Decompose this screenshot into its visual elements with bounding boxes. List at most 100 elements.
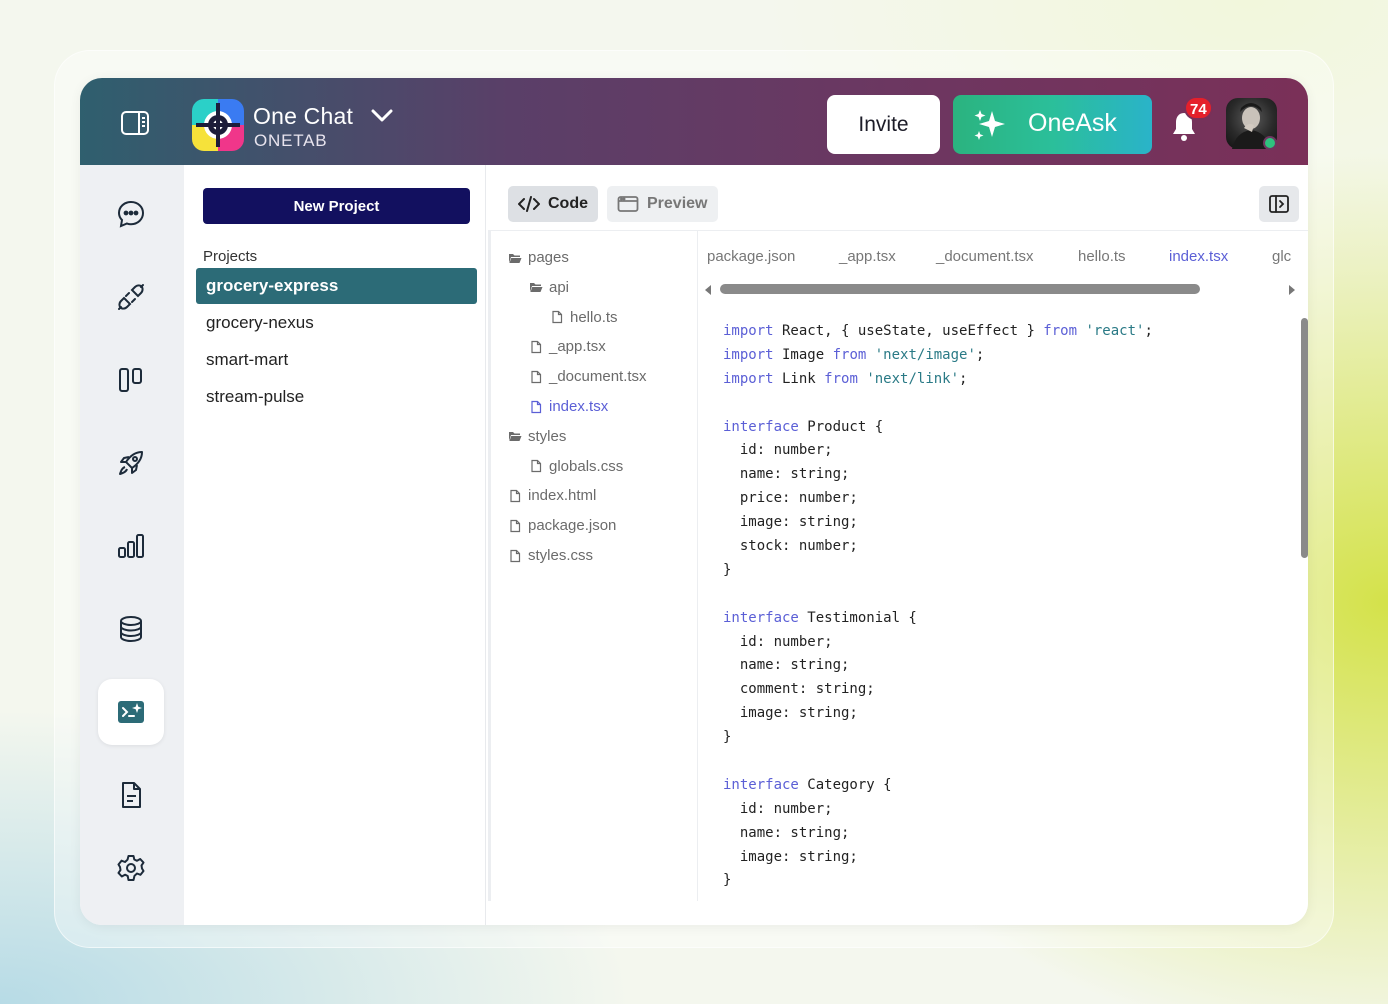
- vertical-scrollbar[interactable]: [1301, 318, 1308, 558]
- code-line: image: string;: [723, 705, 858, 722]
- project-item[interactable]: grocery-express: [196, 268, 477, 304]
- tree-folder[interactable]: pages: [508, 249, 569, 266]
- notification-badge: 74: [1184, 96, 1213, 120]
- scroll-left-icon[interactable]: [705, 285, 711, 295]
- tree-file[interactable]: hello.ts: [550, 309, 618, 326]
- rail-item-settings[interactable]: [98, 835, 164, 901]
- columns-icon: [119, 368, 142, 392]
- projects-panel: New Project Projects grocery-express gro…: [184, 165, 486, 925]
- file-tab[interactable]: hello.ts: [1078, 248, 1126, 265]
- code-line: interface Product {: [723, 418, 884, 435]
- file-icon: [529, 340, 543, 354]
- panel-toggle-icon[interactable]: [120, 110, 150, 136]
- rocket-icon: [119, 451, 143, 475]
- sparkle-icon: [972, 107, 1008, 143]
- rail-item-chat[interactable]: [98, 181, 164, 247]
- tree-file[interactable]: styles.css: [508, 547, 593, 564]
- code-line: id: number;: [723, 800, 833, 817]
- tree-file[interactable]: index.html: [508, 487, 596, 504]
- oneask-label: OneAsk: [1028, 109, 1117, 137]
- brand-name: One Chat: [253, 103, 354, 129]
- online-status-dot: [1263, 136, 1277, 150]
- file-icon: [508, 519, 522, 533]
- tree-file[interactable]: index.tsx: [529, 398, 608, 415]
- file-tab[interactable]: _app.tsx: [839, 248, 896, 265]
- database-icon: [120, 616, 142, 643]
- file-tab[interactable]: glc: [1272, 248, 1291, 265]
- code-workspace: Code Preview pages api hello.ts _app.tsx _do…: [488, 165, 1308, 925]
- tree-file[interactable]: globals.css: [529, 458, 623, 475]
- code-line: import Link from 'next/link';: [723, 370, 968, 387]
- tree-file[interactable]: _app.tsx: [529, 338, 606, 355]
- document-icon: [122, 782, 141, 808]
- sidebar-toggle-icon[interactable]: [1259, 186, 1299, 222]
- file-icon: [550, 310, 564, 324]
- file-tab[interactable]: _document.tsx: [936, 248, 1034, 265]
- folder-icon: [508, 429, 522, 443]
- tree-folder[interactable]: styles: [508, 428, 566, 445]
- rail-item-database[interactable]: [98, 596, 164, 662]
- rail-item-documents[interactable]: [98, 762, 164, 828]
- new-project-button[interactable]: New Project: [203, 188, 470, 224]
- nav-rail: [80, 165, 184, 925]
- code-line: }: [723, 729, 732, 746]
- scrollbar-thumb[interactable]: [720, 284, 1200, 294]
- rail-item-code-ai[interactable]: [98, 679, 164, 745]
- gear-icon: [117, 855, 145, 881]
- code-line: id: number;: [723, 633, 833, 650]
- code-line: }: [723, 561, 732, 578]
- app-window: One Chat ONETAB Invite OneAsk 74 New Pro…: [80, 78, 1308, 925]
- tab-code[interactable]: Code: [508, 186, 598, 222]
- tree-node-label: index.html: [528, 487, 597, 505]
- project-item[interactable]: smart-mart: [196, 342, 477, 378]
- folder-icon: [529, 280, 543, 294]
- rail-item-launch[interactable]: [98, 430, 164, 496]
- tab-preview[interactable]: Preview: [607, 186, 718, 222]
- tree-node-label: hello.ts: [570, 308, 618, 326]
- tab-preview-label: Preview: [647, 195, 708, 212]
- tree-folder[interactable]: api: [529, 279, 569, 296]
- code-content[interactable]: import React, { useState, useEffect } fr…: [723, 320, 1153, 893]
- code-line: name: string;: [723, 657, 850, 674]
- workspace-name: ONETAB: [254, 131, 328, 150]
- tree-node-label: globals.css: [549, 457, 624, 475]
- bar-chart-icon: [118, 534, 144, 558]
- file-tab[interactable]: package.json: [707, 248, 795, 265]
- file-icon: [529, 459, 543, 473]
- invite-button[interactable]: Invite: [827, 95, 940, 154]
- code-line: stock: number;: [723, 538, 858, 555]
- project-item[interactable]: stream-pulse: [196, 379, 477, 415]
- tree-file[interactable]: _document.tsx: [529, 368, 647, 385]
- project-item[interactable]: grocery-nexus: [196, 305, 477, 341]
- tree-node-label: styles: [528, 427, 567, 445]
- code-line: image: string;: [723, 514, 858, 531]
- tree-node-label: styles.css: [528, 547, 594, 564]
- file-icon: [508, 489, 522, 503]
- header: One Chat ONETAB Invite OneAsk 74: [80, 78, 1308, 165]
- horizontal-scrollbar[interactable]: [705, 283, 1295, 295]
- tree-node-label: api: [549, 278, 570, 296]
- chat-bubble-icon: [117, 200, 145, 228]
- code-line: interface Testimonial {: [723, 609, 917, 626]
- code-line: import React, { useState, useEffect } fr…: [723, 323, 1153, 339]
- tree-node-label: pages: [528, 249, 569, 266]
- code-line: name: string;: [723, 466, 850, 483]
- oneask-button[interactable]: OneAsk: [953, 95, 1152, 154]
- chevron-down-icon[interactable]: [370, 106, 394, 126]
- scroll-right-icon[interactable]: [1289, 285, 1295, 295]
- file-tab[interactable]: index.tsx: [1169, 248, 1228, 265]
- code-line: price: number;: [723, 490, 858, 507]
- rail-item-boards[interactable]: [98, 347, 164, 413]
- tree-node-label: index.tsx: [549, 398, 609, 415]
- tree-node-label: _app.tsx: [549, 338, 606, 356]
- file-tabs: package.json _app.tsx _document.tsx hello.t…: [699, 231, 1299, 275]
- code-line: }: [723, 872, 732, 889]
- browser-window-icon: [617, 196, 639, 212]
- tree-file[interactable]: package.json: [508, 517, 616, 534]
- tree-node-label: _document.tsx: [549, 368, 647, 386]
- file-icon: [508, 549, 522, 563]
- rail-item-analytics[interactable]: [98, 513, 164, 579]
- rail-item-integrations[interactable]: [98, 264, 164, 330]
